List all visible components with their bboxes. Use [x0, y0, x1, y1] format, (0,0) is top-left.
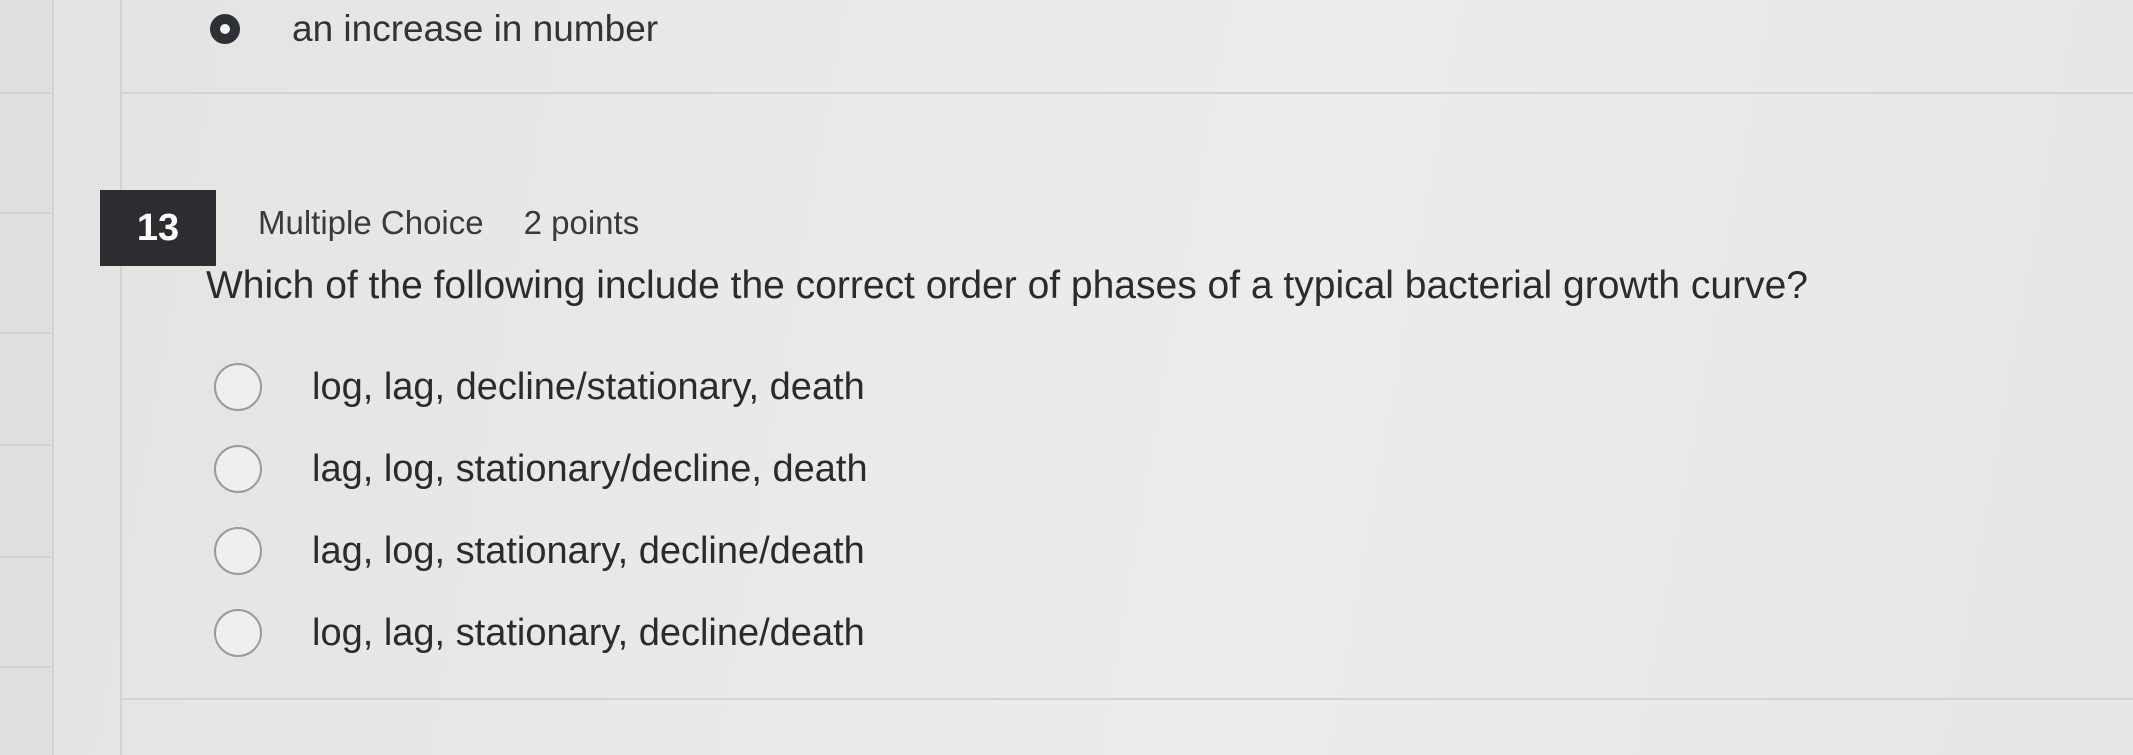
answer-option[interactable]: log, lag, decline/stationary, death: [214, 346, 868, 428]
previous-question-selected-option[interactable]: an increase in number: [210, 6, 658, 52]
rail-divider: [0, 92, 50, 94]
rail-divider: [0, 666, 50, 668]
radio-selected-icon[interactable]: [210, 14, 240, 44]
radio-button-icon[interactable]: [214, 527, 262, 575]
question-type: Multiple Choice: [258, 204, 484, 241]
answer-options: log, lag, decline/stationary, death lag,…: [214, 346, 868, 674]
content-border: [120, 0, 122, 755]
question-points: 2 points: [523, 204, 640, 241]
radio-button-icon[interactable]: [214, 445, 262, 493]
question-meta: Multiple Choice 2 points: [258, 204, 639, 242]
answer-option[interactable]: lag, log, stationary, decline/death: [214, 510, 868, 592]
radio-button-icon[interactable]: [214, 609, 262, 657]
question-prompt: Which of the following include the corre…: [206, 264, 1808, 307]
answer-option[interactable]: lag, log, stationary/decline, death: [214, 428, 868, 510]
question-divider: [122, 92, 2133, 94]
rail-divider: [0, 556, 50, 558]
answer-option[interactable]: log, lag, stationary, decline/death: [214, 592, 868, 674]
question-divider: [122, 698, 2133, 700]
option-label: lag, log, stationary, decline/death: [312, 529, 865, 572]
option-label: log, lag, decline/stationary, death: [312, 365, 865, 408]
option-label: lag, log, stationary/decline, death: [312, 447, 868, 490]
question-number-badge: 13: [100, 190, 216, 266]
rail-divider: [0, 212, 50, 214]
radio-button-icon[interactable]: [214, 363, 262, 411]
option-label: an increase in number: [292, 8, 659, 49]
option-label: log, lag, stationary, decline/death: [312, 611, 865, 654]
rail-divider: [0, 332, 50, 334]
left-rail: [0, 0, 54, 755]
rail-divider: [0, 444, 50, 446]
